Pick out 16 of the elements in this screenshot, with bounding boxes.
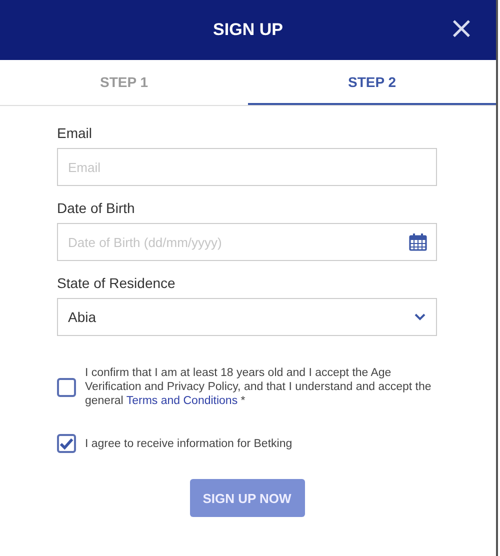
checkbox-label: I confirm that I am at least 18 years old and I accept the Age Verification and Privacy Policy, and that I understand and accept the general Terms and Conditions * <box>85 366 432 408</box>
checkbox-label: I agree to receive information for Betking <box>85 436 292 450</box>
terms-link[interactable]: Terms and Conditions <box>126 395 238 407</box>
calendar-icon[interactable] <box>409 233 427 251</box>
checkbox[interactable] <box>57 434 76 453</box>
field-label: Date of Birth <box>57 200 135 216</box>
date-field[interactable]: Date of Birth (dd/mm/yyyy) <box>57 223 437 261</box>
close-button[interactable]: × <box>446 14 476 44</box>
field-label: Email <box>57 125 92 141</box>
state-select[interactable]: Abia <box>57 298 437 336</box>
checkbox[interactable] <box>57 378 76 396</box>
chevron-down-icon <box>414 313 426 321</box>
field-label: State of Residence <box>57 275 176 291</box>
email-field[interactable]: Email <box>57 148 437 186</box>
dialog-title: SIGN UP <box>213 20 283 40</box>
step-tab[interactable]: STEP 2 <box>248 60 496 105</box>
